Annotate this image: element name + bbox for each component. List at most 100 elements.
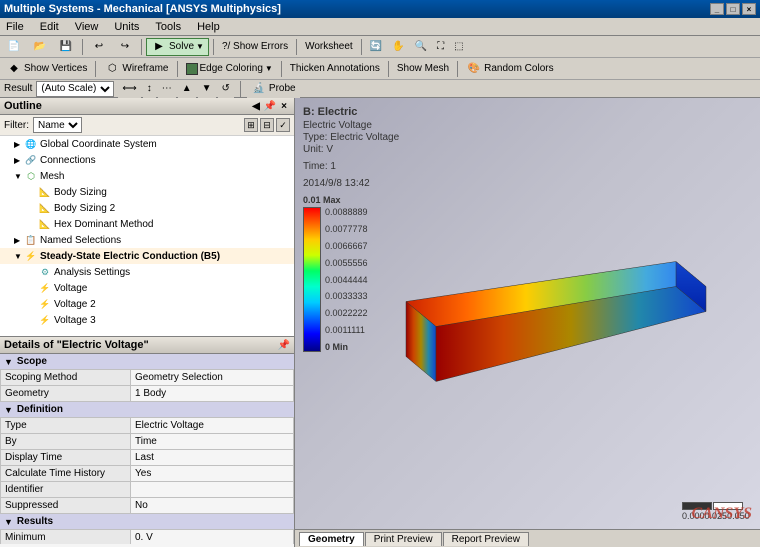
- tree-item-mesh[interactable]: ▼ ⬡ Mesh: [0, 168, 294, 184]
- new-button[interactable]: 📄: [2, 38, 26, 56]
- open-button[interactable]: 📂: [28, 38, 52, 56]
- edge-coloring-button[interactable]: Edge Coloring ▼: [182, 60, 277, 78]
- type-value[interactable]: Electric Voltage: [131, 418, 294, 434]
- tree-item-connections[interactable]: ▶ 🔗 Connections: [0, 152, 294, 168]
- hex-dominant-label: Hex Dominant Method: [54, 219, 154, 230]
- mesh-arrow-icon[interactable]: ▼: [14, 172, 24, 181]
- results-collapse-icon[interactable]: ▼: [4, 517, 13, 527]
- menu-file[interactable]: File: [2, 20, 28, 34]
- edge-coloring-label: Edge Coloring: [200, 63, 263, 74]
- suppressed-value[interactable]: No: [131, 498, 294, 514]
- result-icon3[interactable]: ⋯: [158, 80, 176, 98]
- legend-time: Time: 1: [303, 161, 399, 172]
- minimize-button[interactable]: _: [710, 3, 724, 15]
- tree-item-named-selections[interactable]: ▶ 📋 Named Selections: [0, 232, 294, 248]
- result-icon4[interactable]: ▲: [178, 80, 196, 98]
- close-button[interactable]: ×: [742, 3, 756, 15]
- result-label: Result: [4, 83, 32, 94]
- display-time-value[interactable]: Last: [131, 450, 294, 466]
- details-pin-button[interactable]: 📌: [278, 339, 290, 351]
- label-val7: 0.0022222: [325, 308, 368, 318]
- tab-report-preview[interactable]: Report Preview: [443, 532, 529, 546]
- definition-section-header[interactable]: ▼ Definition: [0, 402, 294, 417]
- connections-arrow-icon[interactable]: ▶: [14, 156, 24, 165]
- tree-item-analysis-settings[interactable]: ⚙ Analysis Settings: [0, 264, 294, 280]
- sep7: [177, 61, 178, 77]
- save-button[interactable]: 💾: [54, 38, 78, 56]
- display-time-row: Display Time Last: [1, 450, 294, 466]
- show-mesh-button[interactable]: Show Mesh: [393, 60, 453, 78]
- box-zoom-button[interactable]: ⬚: [450, 38, 467, 56]
- outline-header-icons: ◀ 📌 ×: [250, 100, 290, 112]
- scoping-method-value[interactable]: Geometry Selection: [131, 370, 294, 386]
- v-icon: ⚡: [38, 281, 52, 295]
- pan-button[interactable]: ✋: [388, 38, 408, 56]
- result-icon6[interactable]: ↺: [218, 80, 234, 98]
- global-arrow-icon[interactable]: ▶: [14, 140, 24, 149]
- v-arrow-icon: [28, 284, 38, 293]
- tab-print-preview[interactable]: Print Preview: [365, 532, 442, 546]
- show-errors-button[interactable]: ?/ Show Errors: [218, 38, 292, 56]
- window-controls[interactable]: _ □ ×: [710, 3, 756, 15]
- def-collapse-icon[interactable]: ▼: [4, 405, 13, 415]
- tree-item-voltage3[interactable]: ⚡ Voltage 3: [0, 312, 294, 328]
- zoom-button[interactable]: 🔍: [411, 38, 431, 56]
- tree-item-hex-dominant[interactable]: 📐 Hex Dominant Method: [0, 216, 294, 232]
- geometry-value[interactable]: 1 Body: [131, 386, 294, 402]
- undo-button[interactable]: ↩: [87, 38, 111, 56]
- tree-item-global[interactable]: ▶ 🌐 Global Coordinate System: [0, 136, 294, 152]
- result-icon2[interactable]: ↕: [143, 80, 156, 98]
- by-value[interactable]: Time: [131, 434, 294, 450]
- fit-button[interactable]: ⛶: [433, 38, 448, 56]
- type-row: Type Electric Voltage: [1, 418, 294, 434]
- minimum-value[interactable]: 0. V: [131, 530, 294, 545]
- scope-section-header[interactable]: ▼ Scope: [0, 354, 294, 369]
- wireframe-button[interactable]: ⬡ Wireframe: [100, 60, 172, 78]
- sep6: [95, 61, 96, 77]
- maximize-button[interactable]: □: [726, 3, 740, 15]
- scope-collapse-icon[interactable]: ▼: [4, 357, 13, 367]
- legend-subtitle1: Electric Voltage: [303, 120, 399, 131]
- tree-item-body-sizing[interactable]: 📐 Body Sizing: [0, 184, 294, 200]
- rotate-button[interactable]: 🔄: [366, 38, 386, 56]
- probe-button[interactable]: 🔬 Probe: [247, 80, 300, 98]
- menu-tools[interactable]: Tools: [151, 20, 185, 34]
- menu-help[interactable]: Help: [193, 20, 224, 34]
- tree-item-voltage2[interactable]: ⚡ Voltage 2: [0, 296, 294, 312]
- menu-view[interactable]: View: [71, 20, 103, 34]
- definition-table: Type Electric Voltage By Time Display Ti…: [0, 417, 294, 514]
- random-colors-button[interactable]: 🎨 Random Colors: [462, 60, 557, 78]
- show-vertices-label: Show Vertices: [24, 63, 87, 74]
- solve-button[interactable]: ▶ Solve ▼: [146, 38, 209, 56]
- results-section-header[interactable]: ▼ Results: [0, 514, 294, 529]
- result-icon1[interactable]: ⟷: [118, 80, 140, 98]
- thicken-button[interactable]: Thicken Annotations: [286, 60, 384, 78]
- tree-item-voltage[interactable]: ⚡ Voltage: [0, 280, 294, 296]
- minimum-label: Minimum: [1, 530, 131, 545]
- redo-button[interactable]: ↪: [113, 38, 137, 56]
- worksheet-button[interactable]: Worksheet: [301, 38, 357, 56]
- outline-pin-button[interactable]: 📌: [264, 100, 276, 112]
- tree-item-steady-state[interactable]: ▼ ⚡ Steady-State Electric Conduction (B5…: [0, 248, 294, 264]
- show-vertices-button[interactable]: ◆ Show Vertices: [2, 60, 91, 78]
- ns-arrow-icon[interactable]: ▶: [14, 236, 24, 245]
- filter-icon3[interactable]: ✓: [276, 118, 290, 132]
- filter-icon1[interactable]: ⊞: [244, 118, 258, 132]
- outline-expand-button[interactable]: ×: [278, 100, 290, 112]
- menu-edit[interactable]: Edit: [36, 20, 63, 34]
- menu-units[interactable]: Units: [110, 20, 143, 34]
- label-val1: 0.0088889: [325, 207, 368, 217]
- filter-select[interactable]: Name: [33, 117, 82, 133]
- new-icon: 📄: [6, 39, 22, 55]
- ss-arrow-icon[interactable]: ▼: [14, 252, 24, 261]
- identifier-value[interactable]: [131, 482, 294, 498]
- outline-close-button[interactable]: ◀: [250, 100, 262, 112]
- result-icon5[interactable]: ▼: [198, 80, 216, 98]
- hd-icon: 📐: [38, 217, 52, 231]
- viewport[interactable]: B: Electric Electric Voltage Type: Elect…: [295, 98, 760, 547]
- autoscale-select[interactable]: (Auto Scale): [36, 81, 114, 97]
- filter-icon2[interactable]: ⊟: [260, 118, 274, 132]
- tab-geometry[interactable]: Geometry: [299, 532, 364, 546]
- calc-history-value[interactable]: Yes: [131, 466, 294, 482]
- tree-item-body-sizing2[interactable]: 📐 Body Sizing 2: [0, 200, 294, 216]
